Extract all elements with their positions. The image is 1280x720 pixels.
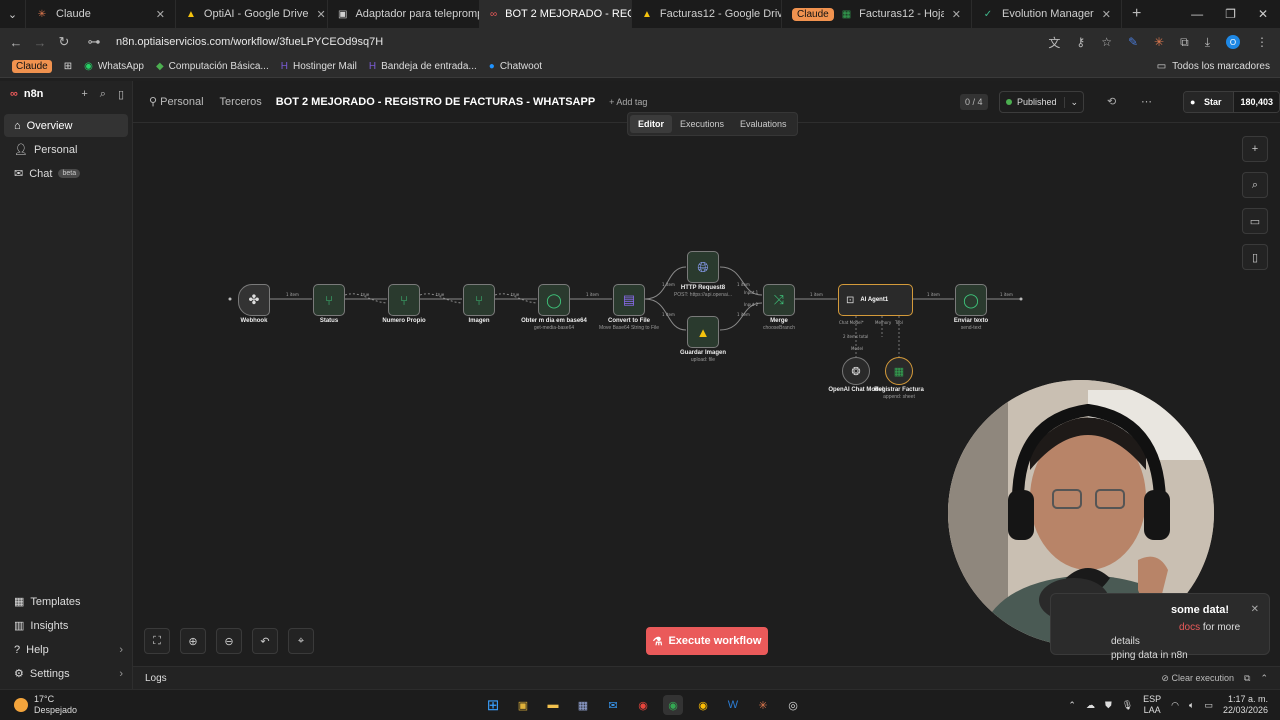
- node-numero-propio[interactable]: ⑂: [388, 284, 420, 316]
- edge-label: Input 2: [744, 302, 759, 307]
- edge-label: true: [436, 292, 445, 297]
- network-icon[interactable]: ☁: [1086, 700, 1095, 711]
- tidy-up-icon[interactable]: ⌖: [288, 628, 314, 654]
- node-enviar-texto[interactable]: ◯: [955, 284, 987, 316]
- connector-label: Tool: [894, 320, 903, 325]
- mail-app-icon[interactable]: ✉: [603, 695, 623, 715]
- node-sublabel: upload: file: [690, 357, 716, 363]
- edge-label: 1 item: [810, 292, 823, 297]
- if-icon: ⑂: [475, 292, 483, 308]
- language-indicator[interactable]: ESP LAA: [1143, 694, 1161, 716]
- if-icon: ⑂: [325, 292, 333, 308]
- toast-notification: some data! ✕ docs for more details pping…: [1050, 593, 1270, 661]
- wifi-icon[interactable]: ◠: [1171, 700, 1179, 711]
- edge-label: true: [361, 292, 370, 297]
- connector-label: Chat Model*: [839, 320, 864, 325]
- node-merge[interactable]: ⤨: [763, 284, 795, 316]
- chevron-up-icon[interactable]: ⌃: [1068, 700, 1076, 711]
- node-label: Registrar Factura: [874, 387, 924, 393]
- node-label: Merge: [770, 318, 788, 324]
- node-sublabel: append: sheet: [883, 394, 915, 400]
- globe-icon: 🌐︎: [697, 258, 709, 275]
- logs-label: Logs: [145, 672, 167, 684]
- file-convert-icon: ▤: [622, 292, 636, 307]
- windows-start-icon[interactable]: ⊞: [483, 695, 503, 715]
- clear-execution-button[interactable]: ⊘ Clear execution: [1161, 673, 1234, 684]
- evolution-api-icon: ◯: [546, 291, 562, 308]
- file-explorer-icon[interactable]: ▬: [543, 695, 563, 715]
- edge-label: 1 item: [586, 292, 599, 297]
- node-sublabel: Move Base64 String to File: [598, 325, 660, 331]
- clock[interactable]: 1:17 a. m. 22/03/2026: [1223, 694, 1268, 716]
- sun-icon: [14, 698, 28, 712]
- execute-workflow-button[interactable]: ⚗ Execute workflow: [646, 627, 768, 655]
- flask-icon: ⚗: [652, 635, 663, 648]
- node-sublabel: chooseBranch: [763, 325, 795, 331]
- node-ai-agent[interactable]: ⊡ AI Agent1: [838, 284, 913, 316]
- node-webhook[interactable]: ✤: [238, 284, 270, 316]
- canvas-zoom-tools: ⛶ ⊕ ⊖ ↶ ⌖: [144, 628, 314, 654]
- claude-app-icon[interactable]: ✳: [753, 695, 773, 715]
- undo-icon[interactable]: ↶: [252, 628, 278, 654]
- pop-out-icon[interactable]: ⧉: [1244, 673, 1250, 684]
- weather-widget[interactable]: 17°C Despejado: [14, 694, 77, 716]
- edge-label: 1 item: [927, 292, 940, 297]
- google-drive-icon: ▲: [696, 324, 710, 340]
- node-sublabel: send-text: [960, 325, 982, 331]
- node-label: Convert to File: [607, 318, 650, 324]
- node-openai-chat-model[interactable]: ❂: [842, 357, 870, 385]
- windows-taskbar: 17°C Despejado ⊞ ▣ ▬ ▦ ✉ ◉ ◉ ◉ W ✳ ◎ ⌃ ☁ …: [0, 689, 1280, 720]
- node-label: HTTP Request8: [680, 285, 726, 291]
- recorder-icon[interactable]: ◎: [783, 695, 803, 715]
- connector-label: Memory: [875, 320, 892, 325]
- toast-close-icon[interactable]: ✕: [1251, 604, 1259, 615]
- node-obter-media[interactable]: ◯: [538, 284, 570, 316]
- node-sublabel: POST: https://api.openai...: [673, 292, 733, 298]
- google-sheets-icon: ▦: [893, 365, 905, 378]
- logs-panel-bar[interactable]: Logs ⊘ Clear execution ⧉ ⌃: [133, 666, 1280, 689]
- chrome-active-icon[interactable]: ◉: [663, 695, 683, 715]
- node-guardar-imagen[interactable]: ▲: [687, 316, 719, 348]
- edge-label: true: [511, 292, 520, 297]
- fit-view-icon[interactable]: ⛶: [144, 628, 170, 654]
- node-label: Enviar texto: [953, 318, 989, 324]
- connector-label: 2 items total: [843, 334, 868, 339]
- docs-link[interactable]: docs: [1179, 622, 1200, 633]
- if-icon: ⑂: [400, 292, 408, 308]
- zoom-in-icon[interactable]: ⊕: [180, 628, 206, 654]
- toast-title: some data!: [1171, 604, 1230, 616]
- node-registrar-factura[interactable]: ▦: [885, 357, 913, 385]
- chevron-up-icon[interactable]: ⌃: [1260, 673, 1268, 684]
- webhook-icon: ✤: [248, 292, 260, 307]
- security-icon[interactable]: ⛊: [1105, 700, 1112, 711]
- store-icon[interactable]: ▦: [573, 695, 593, 715]
- robot-icon: ⊡: [846, 294, 855, 306]
- node-convert-to-file[interactable]: ▤: [613, 284, 645, 316]
- chrome-icon[interactable]: ◉: [633, 695, 653, 715]
- edge-label: 1 item: [286, 292, 299, 297]
- system-tray: ⌃ ☁ ⛊ 🎙︎ ESP LAA ◠ 🔈︎ ▭ 1:17 a. m. 22/03/2…: [1068, 694, 1268, 716]
- node-label: Guardar Imagen: [679, 350, 726, 356]
- word-icon[interactable]: W: [723, 695, 743, 715]
- chrome-profile-icon[interactable]: ◉: [693, 695, 713, 715]
- widgets-icon[interactable]: ▣: [513, 695, 533, 715]
- zoom-out-icon[interactable]: ⊖: [216, 628, 242, 654]
- node-http-request[interactable]: 🌐︎: [687, 251, 719, 283]
- node-status[interactable]: ⑂: [313, 284, 345, 316]
- edge-label: 1 item: [662, 312, 675, 317]
- openai-icon: ❂: [851, 365, 861, 378]
- evolution-api-icon: ◯: [963, 291, 979, 308]
- toast-body: docs for more details pping data in n8n: [1111, 622, 1241, 661]
- taskbar-apps: ⊞ ▣ ▬ ▦ ✉ ◉ ◉ ◉ W ✳ ◎: [483, 695, 803, 715]
- merge-icon: ⤨: [773, 292, 785, 307]
- edge-label: 1 item: [1000, 292, 1013, 297]
- node-imagen[interactable]: ⑂: [463, 284, 495, 316]
- battery-icon[interactable]: ▭: [1204, 700, 1213, 711]
- edge-label: 1 item: [737, 312, 750, 317]
- mic-icon[interactable]: 🎙︎: [1122, 700, 1133, 711]
- connector-label: Model: [851, 346, 863, 351]
- volume-icon[interactable]: 🔈︎: [1189, 700, 1194, 711]
